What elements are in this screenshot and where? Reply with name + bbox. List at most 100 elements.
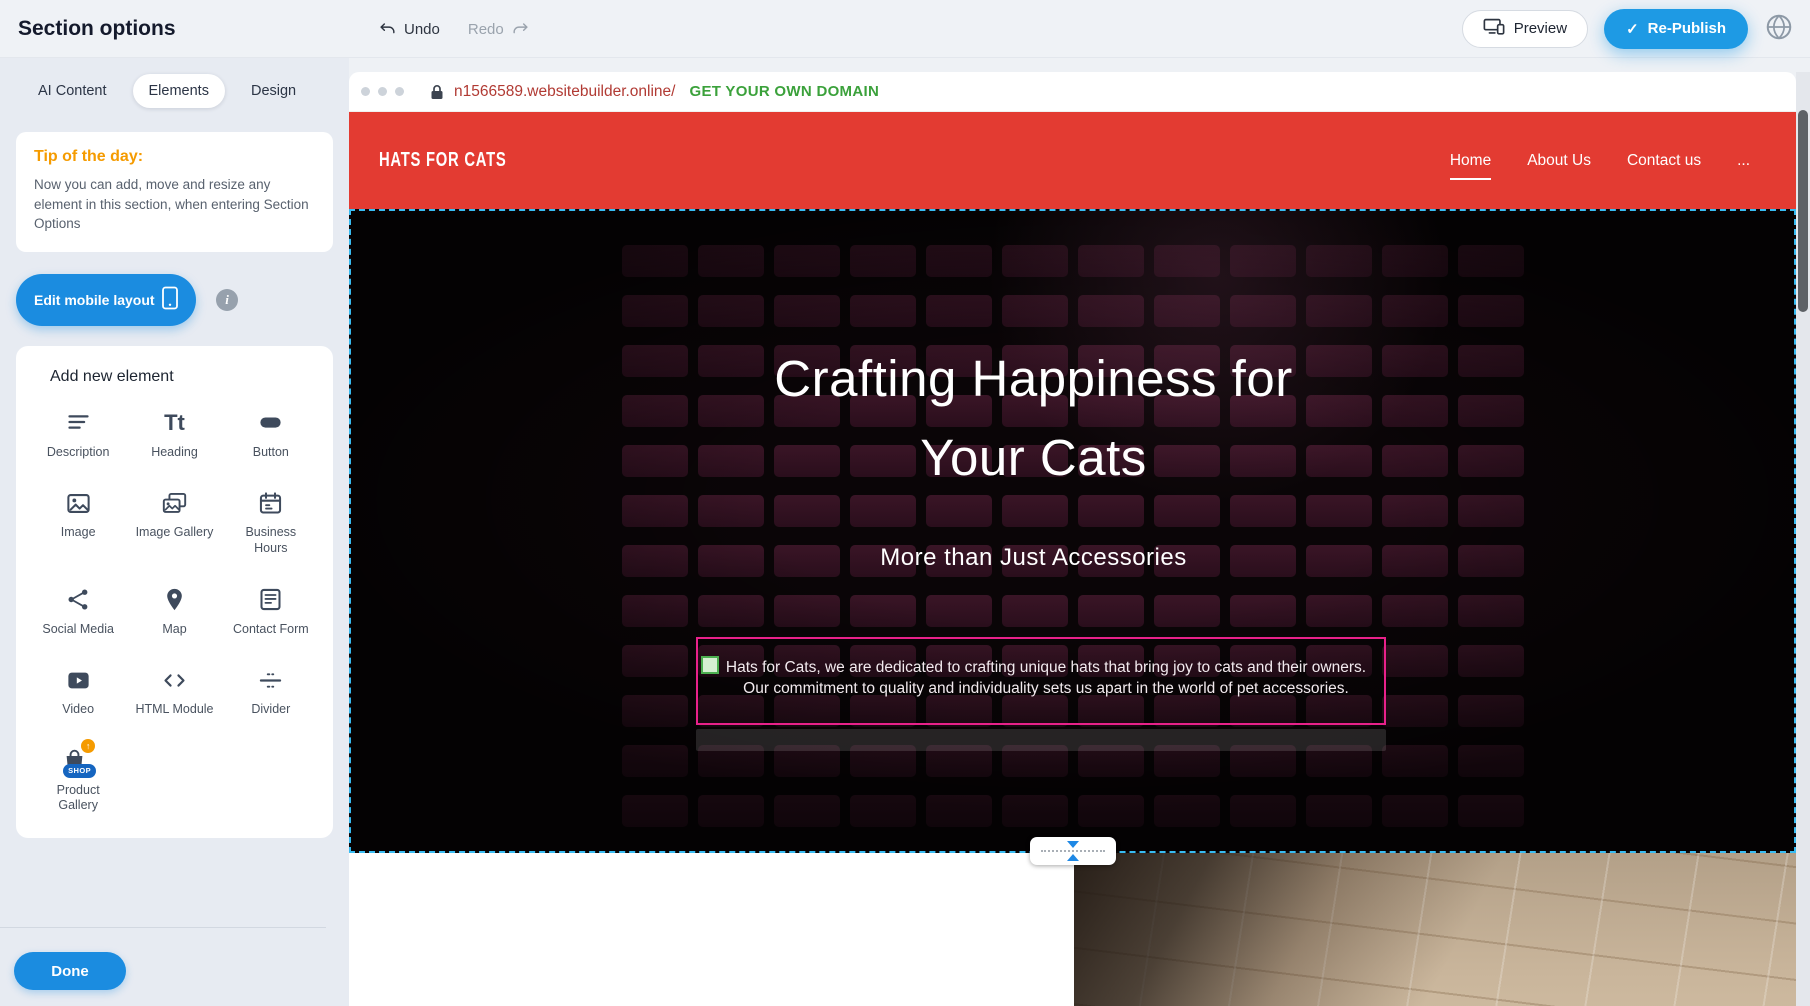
hero-tile [622, 245, 688, 277]
window-dot [361, 87, 370, 96]
element-heading[interactable]: Tt Heading [126, 408, 222, 461]
hero-tile [1458, 645, 1524, 677]
info-icon[interactable]: i [216, 289, 238, 311]
sidebar: AI Content Elements Design Tip of the da… [0, 58, 349, 1006]
hero-tile [850, 245, 916, 277]
preview-button[interactable]: Preview [1462, 10, 1588, 48]
description-icon [65, 408, 92, 438]
tip-body: Now you can add, move and resize any ele… [34, 175, 315, 234]
site-nav: Home About Us Contact us ... [1450, 146, 1750, 176]
element-social-media[interactable]: Social Media [30, 585, 126, 638]
hero-tile [622, 495, 688, 527]
hero-section-selected[interactable]: Crafting Happiness for Your Cats More th… [349, 209, 1796, 853]
nav-about-us[interactable]: About Us [1527, 146, 1591, 176]
arrow-down-icon [1067, 841, 1079, 848]
check-icon: ✓ [1626, 20, 1639, 38]
element-contact-form[interactable]: Contact Form [223, 585, 319, 638]
hero-tile [774, 595, 840, 627]
element-image[interactable]: Image [30, 488, 126, 556]
section-resize-handle[interactable] [1030, 837, 1116, 865]
tab-ai-content[interactable]: AI Content [22, 74, 123, 108]
map-icon [161, 585, 188, 615]
scrollbar-thumb[interactable] [1798, 110, 1808, 312]
hero-tile [622, 695, 688, 727]
element-video[interactable]: Video [30, 665, 126, 718]
button-icon [257, 408, 284, 438]
heading-icon: Tt [164, 408, 185, 438]
hero-tile [1154, 295, 1220, 327]
upgrade-icon: ↑ [81, 739, 95, 753]
done-button[interactable]: Done [14, 952, 126, 990]
window-dots [361, 87, 404, 96]
image-icon [65, 488, 92, 518]
hero-tile [1382, 295, 1448, 327]
redo-icon [511, 20, 530, 39]
undo-button[interactable]: Undo [378, 20, 440, 39]
tab-design[interactable]: Design [235, 74, 312, 108]
hero-tile [1230, 245, 1296, 277]
scrollbar[interactable] [1796, 72, 1810, 1006]
hero-tile [622, 595, 688, 627]
hero-tile [774, 795, 840, 827]
hero-tile [1078, 595, 1144, 627]
element-resize-handle[interactable] [701, 656, 719, 674]
hero-tile [1382, 695, 1448, 727]
hero-tile [1458, 595, 1524, 627]
editor-canvas: n1566589.websitebuilder.online/ GET YOUR… [349, 58, 1810, 1006]
hero-tile [1458, 295, 1524, 327]
hero-tile [1002, 595, 1068, 627]
hero-tile [774, 495, 840, 527]
hero-tile [698, 295, 764, 327]
hero-tile [1382, 795, 1448, 827]
hero-tile [1382, 745, 1448, 777]
hero-tile [698, 595, 764, 627]
tab-elements[interactable]: Elements [133, 74, 225, 108]
business-hours-icon [257, 488, 284, 518]
drop-indicator [696, 729, 1386, 751]
hero-tile [850, 495, 916, 527]
hero-tile [698, 495, 764, 527]
hero-tile [1458, 495, 1524, 527]
tip-title: Tip of the day: [34, 148, 315, 166]
hero-subheading[interactable]: More than Just Accessories [351, 543, 1716, 573]
arrow-up-icon [1067, 854, 1079, 861]
topbar-actions: Preview ✓ Re-Publish [1462, 9, 1810, 49]
element-business-hours[interactable]: Business Hours [223, 488, 319, 556]
hero-tile [622, 645, 688, 677]
element-button[interactable]: Button [223, 408, 319, 461]
hero-tile [1078, 295, 1144, 327]
pavement-photo [1074, 853, 1796, 1006]
window-dot [378, 87, 387, 96]
shop-badge: SHOP [63, 764, 96, 778]
hero-tile [1306, 495, 1372, 527]
element-map[interactable]: Map [126, 585, 222, 638]
devices-icon [1483, 18, 1505, 39]
element-image-gallery[interactable]: Image Gallery [126, 488, 222, 556]
element-product-gallery[interactable]: ↑ SHOP Product Gallery [30, 746, 126, 814]
hero-tile [1306, 245, 1372, 277]
topbar: Section options Undo Redo Preview [0, 0, 1810, 58]
nav-contact-us[interactable]: Contact us [1627, 146, 1701, 176]
hero-tile [622, 295, 688, 327]
element-description[interactable]: Description [30, 408, 126, 461]
edit-mobile-layout-button[interactable]: Edit mobile layout [16, 274, 196, 326]
get-domain-link[interactable]: GET YOUR OWN DOMAIN [689, 83, 879, 100]
tip-card: Tip of the day: Now you can add, move an… [16, 132, 333, 252]
hero-tile [850, 795, 916, 827]
hero-tile [1078, 245, 1144, 277]
html-module-icon [161, 665, 188, 695]
element-divider[interactable]: Divider [223, 665, 319, 718]
text-element-selected[interactable]: Hats for Cats, we are dedicated to craft… [696, 637, 1386, 725]
language-globe-button[interactable] [1764, 12, 1794, 45]
republish-button[interactable]: ✓ Re-Publish [1604, 9, 1748, 49]
site-header: HATS FOR CATS Home About Us Contact us .… [349, 112, 1796, 209]
hero-tile [1154, 595, 1220, 627]
nav-home[interactable]: Home [1450, 146, 1491, 176]
element-html-module[interactable]: HTML Module [126, 665, 222, 718]
hero-heading[interactable]: Crafting Happiness for Your Cats [351, 339, 1716, 497]
redo-button[interactable]: Redo [468, 20, 530, 39]
dotted-line [1041, 850, 1105, 852]
hero-tile [1078, 795, 1144, 827]
hero-tile [926, 795, 992, 827]
nav-more[interactable]: ... [1737, 146, 1750, 176]
